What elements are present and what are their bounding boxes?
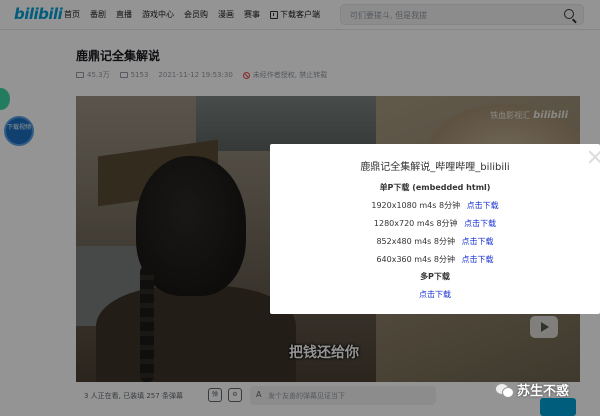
multi-p-heading: 多P下载 (270, 271, 600, 282)
single-p-heading-text: 单P下载 (embedded html) (379, 183, 491, 192)
format: m4s (416, 219, 434, 228)
multi-p-download-link[interactable]: 点击下载 (270, 289, 600, 300)
download-link-1080p[interactable]: 点击下载 (467, 201, 499, 210)
duration: 8分钟 (433, 255, 455, 264)
close-icon[interactable] (588, 150, 600, 164)
download-row: 852x480 m4s 8分钟 点击下载 (270, 236, 600, 247)
single-p-heading: 单P下载 (embedded html) (270, 182, 600, 193)
wechat-icon (495, 382, 514, 398)
resolution: 640x360 (376, 255, 412, 264)
download-link-360p[interactable]: 点击下载 (462, 255, 494, 264)
resolution: 1920x1080 (371, 201, 417, 210)
download-row: 1280x720 m4s 8分钟 点击下载 (270, 218, 600, 229)
format: m4s (419, 201, 437, 210)
download-link-720p[interactable]: 点击下载 (464, 219, 496, 228)
duration: 8分钟 (433, 237, 455, 246)
dialog-title: 鹿鼎记全集解说_哔哩哔哩_bilibili (360, 162, 510, 173)
duration: 8分钟 (436, 219, 458, 228)
resolution: 852x480 (376, 237, 412, 246)
account-watermark: 苏生不惑 (495, 380, 569, 399)
format: m4s (414, 237, 432, 246)
multi-p-heading-text: 多P下载 (420, 272, 450, 281)
download-link-480p[interactable]: 点击下载 (462, 237, 494, 246)
format: m4s (414, 255, 432, 264)
account-name: 苏生不惑 (517, 384, 570, 399)
resolution: 1280x720 (373, 219, 415, 228)
download-row: 640x360 m4s 8分钟 点击下载 (270, 254, 600, 265)
download-dialog: 鹿鼎记全集解说_哔哩哔哩_bilibili 单P下载 (embedded htm… (270, 144, 600, 314)
download-row: 1920x1080 m4s 8分钟 点击下载 (270, 200, 600, 211)
duration: 8分钟 (438, 201, 461, 210)
